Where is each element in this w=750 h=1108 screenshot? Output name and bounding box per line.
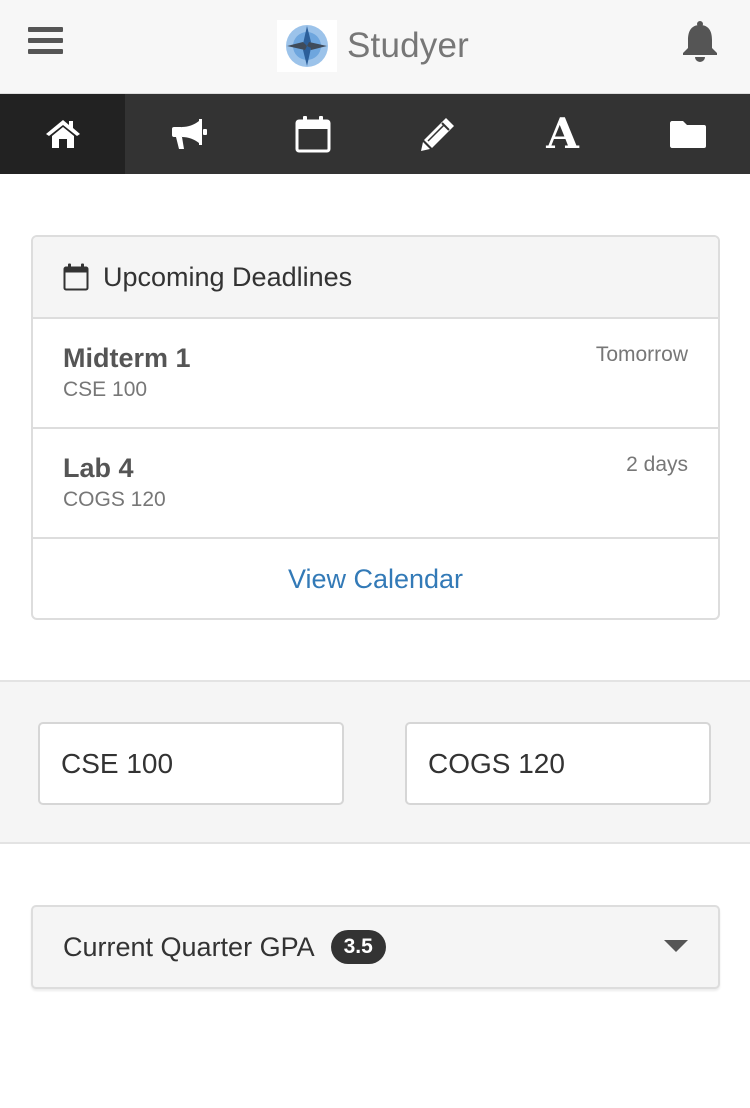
nav-announcements[interactable] — [125, 94, 250, 174]
view-calendar-link[interactable]: View Calendar — [33, 539, 718, 618]
pencil-icon — [420, 118, 454, 151]
hamburger-icon[interactable] — [28, 27, 64, 59]
deadlines-header: Upcoming Deadlines — [33, 237, 718, 319]
deadline-due: Tomorrow — [595, 343, 688, 366]
brand[interactable]: Studyer — [277, 20, 469, 72]
gpa-label: Current Quarter GPA — [63, 931, 315, 962]
app-header: Studyer — [0, 0, 750, 94]
caret-down-icon[interactable] — [664, 940, 688, 952]
nav-home[interactable] — [0, 94, 125, 174]
course-button-cogs-120[interactable]: COGS 120 — [405, 722, 711, 805]
calendar-icon — [295, 116, 330, 153]
deadline-item[interactable]: Lab 4 COGS 120 2 days — [33, 429, 718, 539]
deadline-course: CSE 100 — [63, 378, 148, 401]
gpa-panel[interactable]: Current Quarter GPA 3.5 — [31, 905, 720, 989]
calendar-icon — [63, 263, 89, 291]
compass-star-logo — [277, 20, 337, 72]
nav-calendar[interactable] — [250, 94, 375, 174]
font-icon: A — [546, 109, 579, 158]
nav-grades[interactable]: A — [500, 94, 625, 174]
deadline-course: COGS 120 — [63, 488, 166, 511]
course-list: CSE 100 COGS 120 — [0, 680, 750, 844]
bell-icon[interactable] — [680, 20, 722, 64]
deadline-title: Lab 4 — [63, 453, 134, 483]
main-nav: A — [0, 94, 750, 174]
home-icon — [45, 120, 80, 148]
megaphone-icon — [171, 119, 207, 149]
deadlines-panel: Upcoming Deadlines Midterm 1 CSE 100 Tom… — [31, 235, 720, 620]
gpa-badge: 3.5 — [330, 930, 386, 964]
nav-files[interactable] — [625, 94, 750, 174]
folder-icon — [669, 121, 706, 148]
app-name: Studyer — [347, 26, 470, 65]
course-button-cse-100[interactable]: CSE 100 — [38, 722, 344, 805]
deadline-title: Midterm 1 — [63, 343, 191, 373]
deadlines-title: Upcoming Deadlines — [103, 261, 353, 292]
nav-assignments[interactable] — [375, 94, 500, 174]
deadline-due: 2 days — [626, 453, 688, 476]
deadline-item[interactable]: Midterm 1 CSE 100 Tomorrow — [33, 319, 718, 429]
